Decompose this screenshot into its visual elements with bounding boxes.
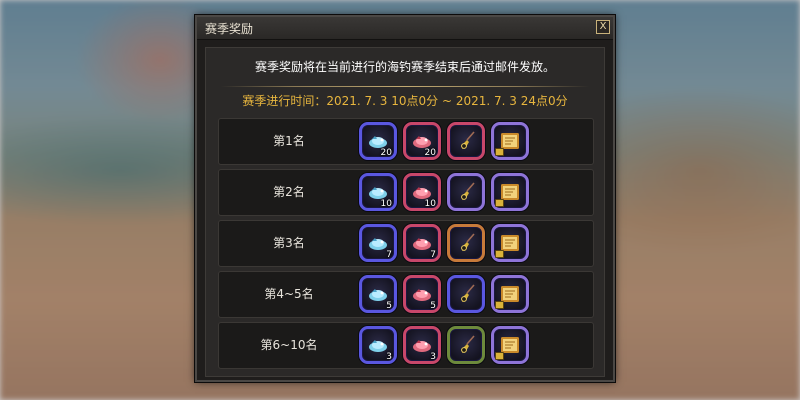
item-quantity: 7 bbox=[386, 250, 392, 260]
reward-item-slot[interactable] bbox=[491, 173, 529, 211]
reward-item-slot[interactable] bbox=[447, 224, 485, 262]
bound-lock-icon bbox=[495, 199, 504, 207]
reward-row: 第2名 10 10 bbox=[218, 169, 594, 216]
item-quantity: 20 bbox=[380, 148, 392, 158]
reward-row: 第4~5名 5 5 bbox=[218, 271, 594, 318]
close-button[interactable]: X bbox=[596, 20, 610, 34]
item-quantity: 7 bbox=[430, 250, 436, 260]
item-quantity: 3 bbox=[430, 352, 436, 362]
reward-row: 第6~10名 3 3 bbox=[218, 322, 594, 369]
window-title: 赛季奖励 bbox=[205, 22, 254, 36]
reward-row: 第3名 7 7 bbox=[218, 220, 594, 267]
list-fade bbox=[206, 368, 604, 376]
bound-lock-icon bbox=[495, 301, 504, 309]
reward-item-slot[interactable]: 10 bbox=[359, 173, 397, 211]
reward-rows: 第1名 20 20 第2名 10 10 第3名 7 7 第4~5名 5 5 第6~10名 3 3 bbox=[218, 118, 594, 373]
bound-lock-icon bbox=[495, 352, 504, 360]
item-quantity: 3 bbox=[386, 352, 392, 362]
reward-row: 第1名 20 20 bbox=[218, 118, 594, 165]
reward-item-slot[interactable]: 20 bbox=[359, 122, 397, 160]
item-quantity: 20 bbox=[424, 148, 436, 158]
reward-item-slot[interactable]: 10 bbox=[403, 173, 441, 211]
reward-item-slot[interactable] bbox=[447, 275, 485, 313]
reward-item-slot[interactable] bbox=[447, 326, 485, 364]
season-reward-window: 赛季奖励 X 赛季奖励将在当前进行的海钓赛季结束后通过邮件发放。 赛季进行时间：… bbox=[195, 15, 615, 382]
reward-item-slot[interactable] bbox=[447, 173, 485, 211]
reward-panel: 赛季奖励将在当前进行的海钓赛季结束后通过邮件发放。 赛季进行时间：2021. 7… bbox=[205, 47, 605, 377]
close-icon[interactable]: X bbox=[600, 21, 607, 32]
rank-label: 第4~5名 bbox=[264, 287, 314, 301]
rank-label: 第3名 bbox=[273, 236, 305, 250]
item-quantity: 5 bbox=[430, 301, 436, 311]
reward-item-slot[interactable]: 7 bbox=[359, 224, 397, 262]
rank-label: 第1名 bbox=[273, 134, 305, 148]
item-quantity: 5 bbox=[386, 301, 392, 311]
rank-label: 第6~10名 bbox=[260, 338, 318, 352]
reward-item-slot[interactable]: 20 bbox=[403, 122, 441, 160]
reward-item-slot[interactable] bbox=[491, 275, 529, 313]
reward-item-slot[interactable] bbox=[491, 122, 529, 160]
reward-item-slot[interactable] bbox=[491, 224, 529, 262]
gold-divider bbox=[221, 86, 589, 87]
bound-lock-icon bbox=[495, 148, 504, 156]
window-titlebar[interactable]: 赛季奖励 X bbox=[197, 17, 613, 40]
item-quantity: 10 bbox=[424, 199, 436, 209]
reward-item-slot[interactable]: 7 bbox=[403, 224, 441, 262]
season-period: 赛季进行时间：2021. 7. 3 10点0分 ~ 2021. 7. 3 24点… bbox=[242, 94, 568, 108]
bound-lock-icon bbox=[495, 250, 504, 258]
reward-item-slot[interactable]: 3 bbox=[359, 326, 397, 364]
reward-item-slot[interactable]: 3 bbox=[403, 326, 441, 364]
reward-item-slot[interactable]: 5 bbox=[403, 275, 441, 313]
reward-item-slot[interactable] bbox=[491, 326, 529, 364]
reward-item-slot[interactable]: 5 bbox=[359, 275, 397, 313]
reward-description: 赛季奖励将在当前进行的海钓赛季结束后通过邮件发放。 bbox=[254, 60, 555, 74]
rank-label: 第2名 bbox=[273, 185, 305, 199]
reward-item-slot[interactable] bbox=[447, 122, 485, 160]
item-quantity: 10 bbox=[380, 199, 392, 209]
